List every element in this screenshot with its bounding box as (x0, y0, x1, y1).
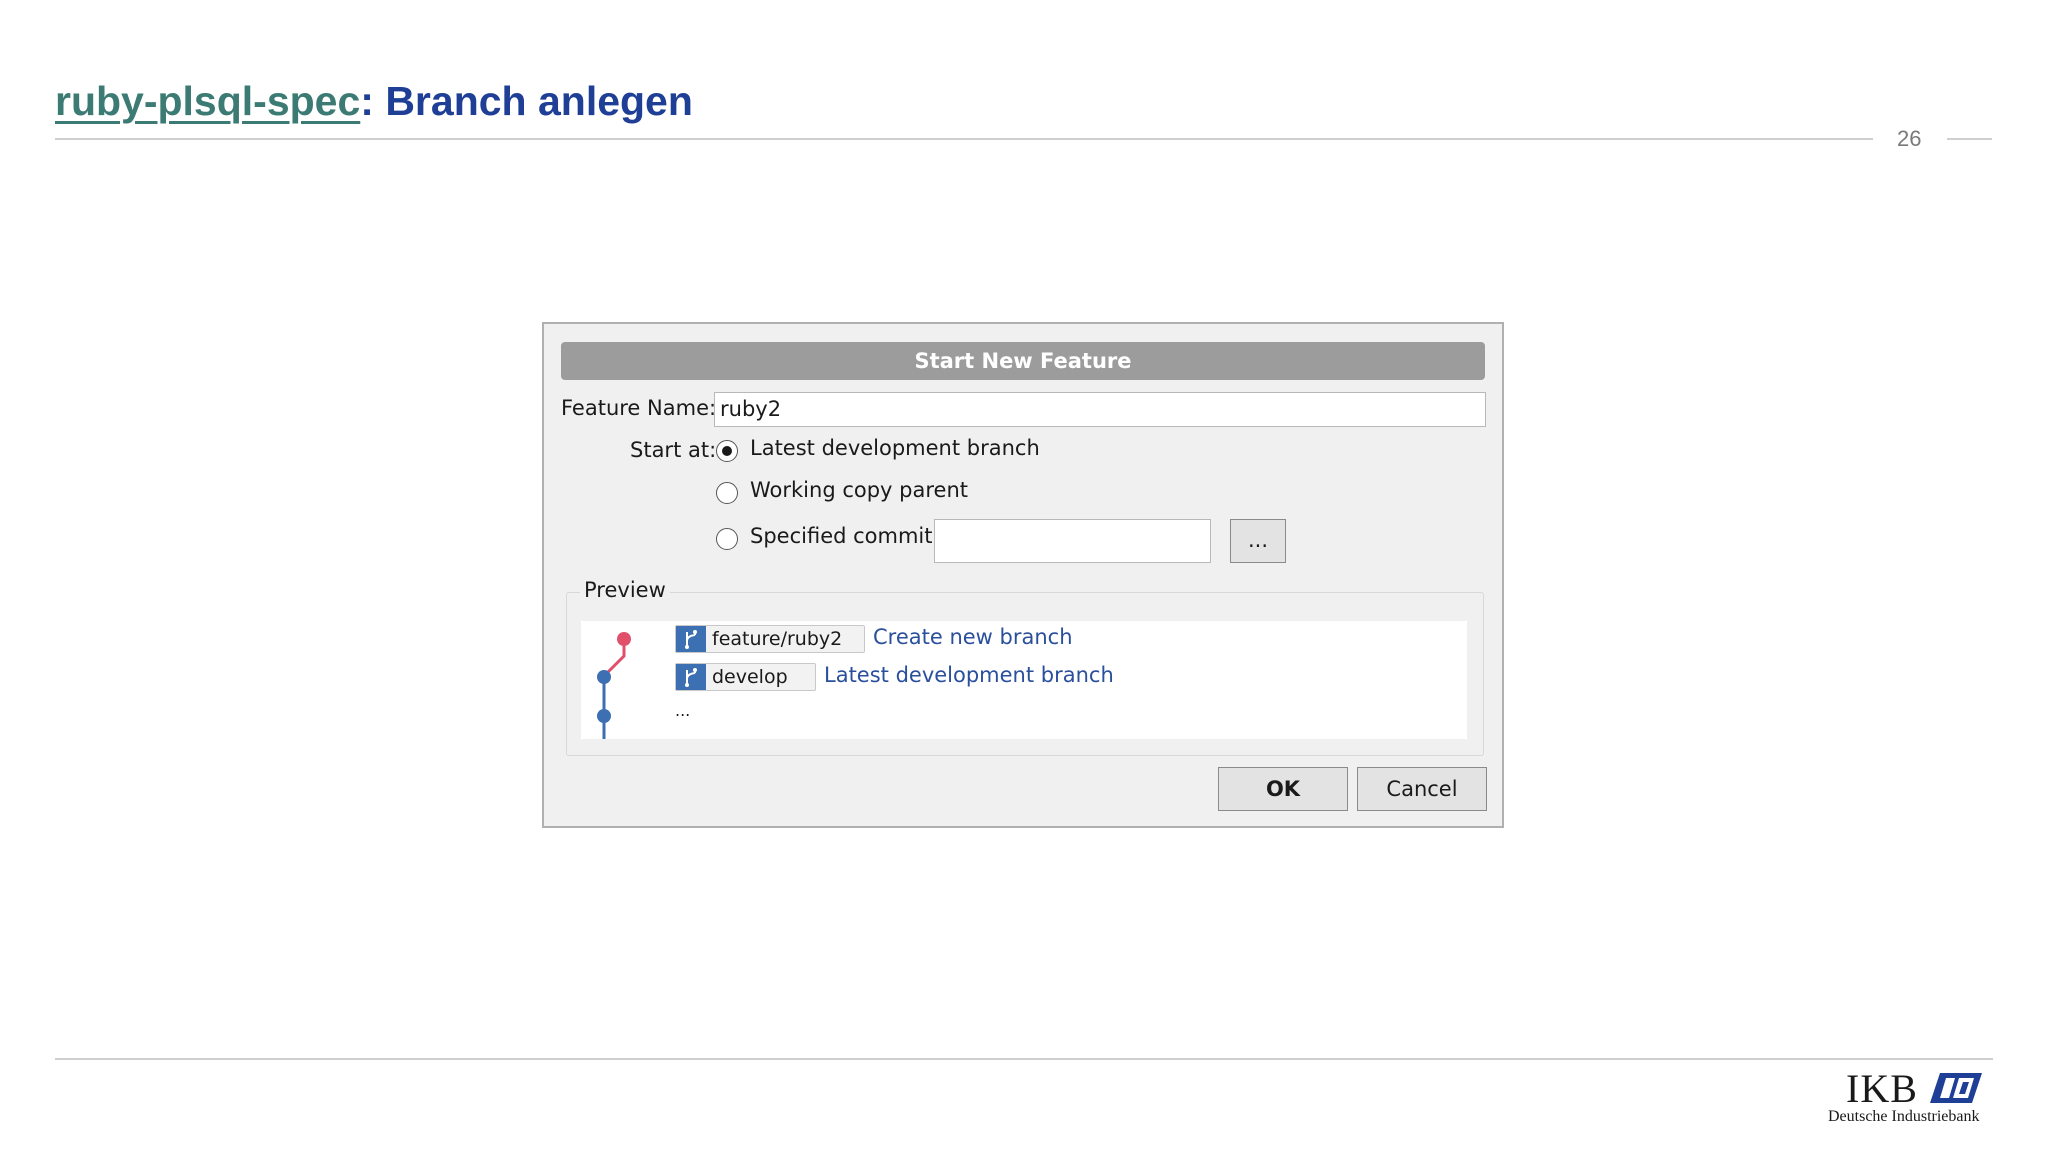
feature-name-label: Feature Name: (561, 396, 717, 420)
branch-tag-feature: feature/ruby2 (675, 625, 865, 653)
option-specified-commit-label[interactable]: Specified commit: (750, 524, 940, 548)
browse-commit-button[interactable]: ... (1230, 519, 1286, 563)
ok-button[interactable]: OK (1218, 767, 1348, 811)
option-latest-development-branch-label[interactable]: Latest development branch (750, 436, 1040, 460)
slide-title-link[interactable]: ruby-plsql-spec (55, 78, 360, 124)
preview-more: ... (675, 701, 691, 720)
start-new-feature-dialog: Start New Feature Feature Name: ruby2 St… (542, 322, 1504, 828)
page-number: 26 (1897, 126, 1922, 151)
start-at-label: Start at: (630, 438, 717, 462)
history-node (597, 709, 611, 723)
bottom-divider (55, 1058, 1993, 1060)
cancel-button[interactable]: Cancel (1357, 767, 1487, 811)
preview-panel: feature/ruby2 Create new branch develop … (581, 621, 1467, 739)
slide-title-rest: : Branch anlegen (360, 78, 693, 124)
branch-graph (597, 632, 631, 739)
logo-text: IKB (1846, 1066, 1918, 1111)
branch-description: Latest development branch (824, 663, 1114, 687)
specified-commit-input[interactable] (934, 519, 1211, 563)
ikb-logo: IKB Deutsche Industriebank (1826, 1065, 1996, 1135)
radio-latest-development-branch[interactable] (716, 440, 738, 462)
branch-tag-label: develop (712, 666, 788, 688)
radio-working-copy-parent[interactable] (716, 482, 738, 504)
feature-name-input[interactable]: ruby2 (714, 392, 1486, 427)
logo-subtitle: Deutsche Industriebank (1828, 1108, 1980, 1125)
branch-icon (676, 664, 706, 690)
feature-branch-node (617, 632, 631, 646)
branch-tag-develop: develop (675, 663, 816, 691)
branch-icon (676, 626, 706, 652)
top-divider (55, 138, 1873, 140)
preview-label: Preview (580, 578, 670, 602)
slide-title: ruby-plsql-spec: Branch anlegen (55, 78, 693, 125)
top-divider-right (1947, 138, 1992, 140)
radio-specified-commit[interactable] (716, 528, 738, 550)
branch-description: Create new branch (873, 625, 1073, 649)
option-working-copy-parent-label[interactable]: Working copy parent (750, 478, 968, 502)
dialog-title: Start New Feature (561, 342, 1485, 380)
branch-tag-label: feature/ruby2 (712, 628, 843, 650)
develop-branch-node (597, 670, 611, 684)
ikb-logo-icon (1930, 1073, 1982, 1103)
